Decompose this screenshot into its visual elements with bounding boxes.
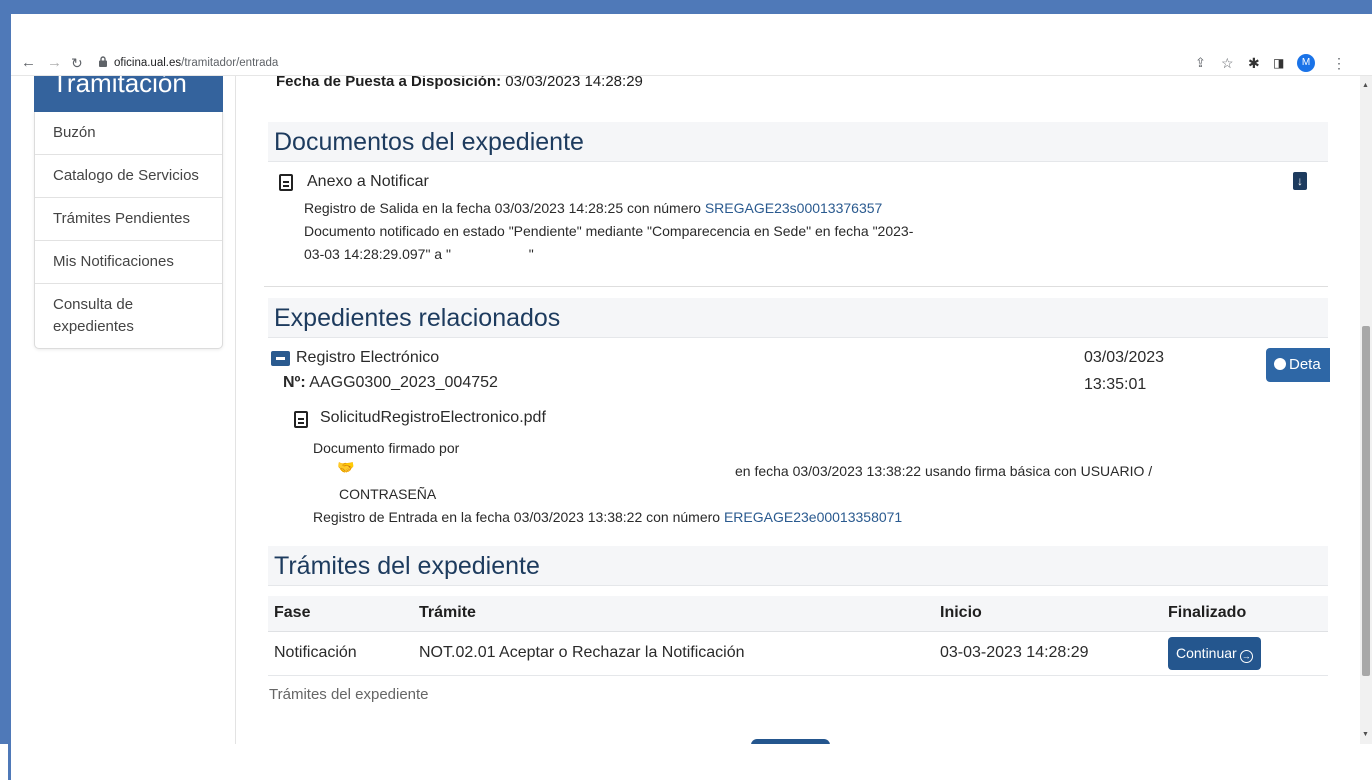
browser-toolbar: ← → ↻ oficina.ual.es/tramitador/entrada … (11, 50, 1372, 76)
cell-fase: Notificación (268, 631, 413, 676)
window-frame-left (0, 0, 11, 780)
arrow-right-circle-icon: → (1239, 649, 1253, 663)
expediente-number-value: AAGG0300_2023_004752 (309, 374, 498, 391)
registro-entrada-number[interactable]: EREGAGE23e00013358071 (724, 509, 902, 525)
continuar-button[interactable]: Continuar → (1168, 636, 1261, 670)
side-panel-icon[interactable]: ◨ (1273, 53, 1284, 73)
share-icon[interactable]: ⇪ (1195, 53, 1206, 73)
table-row: Notificación NOT.02.01 Aceptar o Rechaza… (268, 631, 1328, 676)
section-title-tramites: Trámites del expediente (268, 546, 1328, 586)
fecha-puesta-value: 03/03/2023 14:28:29 (505, 76, 643, 90)
sidebar-item-catalogo[interactable]: Catalogo de Servicios (35, 155, 222, 198)
signature-handshake-icon: 🤝 (337, 459, 355, 475)
expediente-date: 03/03/2023 (1084, 349, 1165, 366)
tramites-table: Fase Trámite Inicio Finalizado Notificac… (268, 596, 1328, 676)
fecha-puesta: Fecha de Puesta a Disposición: 03/03/202… (276, 76, 643, 90)
main-content: Fecha de Puesta a Disposición: 03/03/202… (236, 76, 1360, 744)
table-header-row: Fase Trámite Inicio Finalizado (268, 596, 1328, 632)
continuar-label: Continuar (1176, 644, 1237, 661)
bookmark-star-icon[interactable]: ☆ (1221, 53, 1234, 73)
url-host: oficina.ual.es (114, 57, 182, 69)
extensions-puzzle-icon[interactable]: ✱ (1248, 53, 1260, 73)
estado-line-2: 03-03 14:28:29.097" a " " (304, 246, 534, 262)
scroll-down-icon[interactable]: ▼ (1362, 731, 1369, 738)
sidebar-item-mis-notificaciones[interactable]: Mis Notificaciones (35, 241, 222, 284)
col-header-tramite: Trámite (413, 596, 934, 632)
registro-salida-text: Registro de Salida en la fecha 03/03/202… (304, 200, 701, 216)
bottom-button[interactable] (751, 739, 830, 744)
sidebar-item-buzon[interactable]: Buzón (35, 112, 222, 155)
address-bar[interactable]: oficina.ual.es/tramitador/entrada (114, 55, 278, 71)
page-viewport: Tramitación Buzón Catalogo de Servicios … (11, 76, 1360, 744)
pdf-link[interactable]: SolicitudRegistroElectronico.pdf (320, 408, 546, 428)
window-frame-top (0, 0, 1372, 14)
sidebar-header: Tramitación (34, 76, 223, 112)
browser-tabstrip (11, 14, 1372, 50)
expediente-link[interactable]: Registro Electrónico (296, 348, 439, 368)
expediente-number: Nº: AAGG0300_2023_004752 (283, 373, 498, 393)
pdf-document-icon (294, 411, 308, 428)
col-header-finalizado: Finalizado (1162, 596, 1328, 632)
registro-salida-line: Registro de Salida en la fecha 03/03/202… (304, 198, 882, 218)
sidebar-menu: Buzón Catalogo de Servicios Trámites Pen… (34, 112, 223, 349)
firma-details: en fecha 03/03/2023 13:38:22 usando firm… (735, 463, 1153, 479)
tramites-footer: Trámites del expediente (269, 686, 429, 703)
page-scrollbar[interactable]: ▲ ▼ (1360, 76, 1372, 744)
document-icon (279, 174, 293, 191)
sidebar-item-consulta-expedientes[interactable]: Consulta de expedientes (35, 284, 222, 348)
reload-icon[interactable]: ↻ (71, 53, 83, 73)
window-frame-line (8, 744, 11, 780)
section-title-documentos: Documentos del expediente (268, 122, 1328, 162)
cell-tramite: NOT.02.01 Aceptar o Rechazar la Notifica… (413, 631, 934, 676)
cell-finalizado: Continuar → (1162, 631, 1328, 676)
profile-avatar[interactable]: M (1297, 54, 1315, 72)
expediente-number-label: Nº: (283, 374, 306, 391)
section-divider (264, 286, 1328, 287)
lock-icon (99, 56, 107, 67)
download-icon[interactable]: ↓ (1293, 172, 1307, 190)
firma-details-2: CONTRASEÑA (339, 486, 437, 502)
back-icon[interactable]: ← (21, 53, 36, 73)
section-title-relacionados: Expedientes relacionados (268, 298, 1328, 338)
estado-line-1: Documento notificado en estado "Pendient… (304, 223, 914, 239)
fecha-puesta-label: Fecha de Puesta a Disposición: (276, 76, 502, 90)
collapse-folder-icon[interactable] (271, 351, 290, 366)
col-header-inicio: Inicio (934, 596, 1162, 632)
registro-entrada-text: Registro de Entrada en la fecha 03/03/20… (313, 509, 721, 525)
forward-icon[interactable]: → (47, 53, 62, 73)
col-header-fase: Fase (268, 596, 413, 632)
url-path: /tramitador/entrada (181, 57, 279, 69)
cell-inicio: 03-03-2023 14:28:29 (934, 631, 1162, 676)
expediente-time: 13:35:01 (1084, 376, 1147, 393)
registro-entrada-line: Registro de Entrada en la fecha 03/03/20… (313, 507, 902, 527)
kebab-menu-icon[interactable]: ⋮ (1332, 53, 1346, 73)
firmado-por: Documento firmado por (313, 440, 460, 456)
detail-button[interactable]: Deta (1266, 348, 1330, 382)
sidebar-item-tramites-pendientes[interactable]: Trámites Pendientes (35, 198, 222, 241)
registro-salida-number[interactable]: SREGAGE23s00013376357 (705, 200, 882, 216)
magnifier-icon (1274, 358, 1286, 370)
scroll-up-icon[interactable]: ▲ (1362, 82, 1369, 89)
doc-link-anexo[interactable]: Anexo a Notificar (307, 172, 429, 192)
scroll-thumb[interactable] (1362, 326, 1370, 676)
detail-button-label: Deta (1289, 356, 1321, 373)
